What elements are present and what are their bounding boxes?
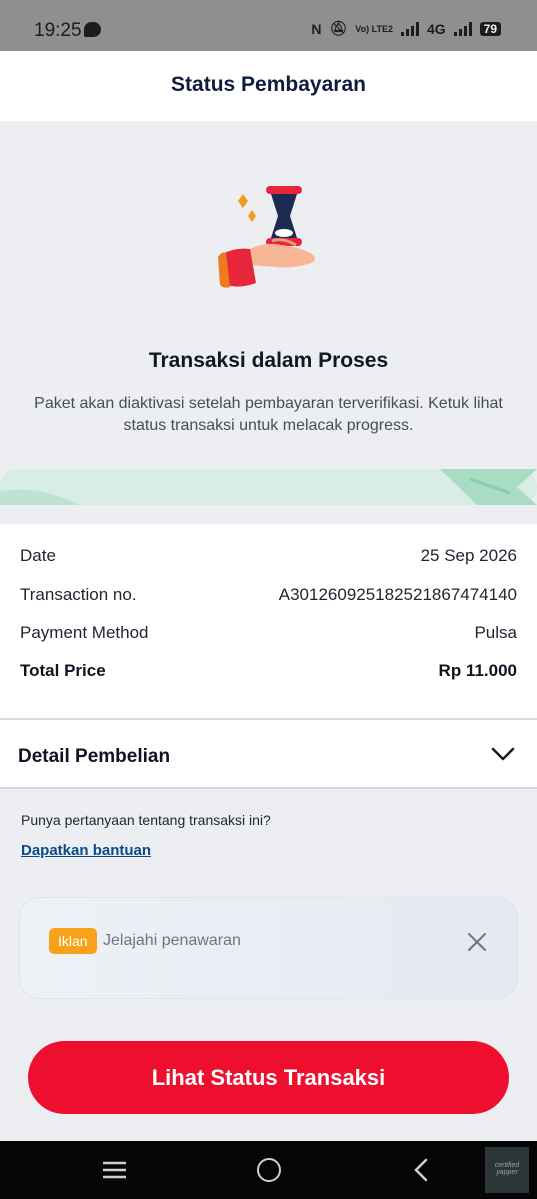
transaction-value: A301260925182521867474140 <box>278 585 517 604</box>
total-price-value: Rp 11.000 <box>438 661 517 680</box>
view-transaction-status-button[interactable]: Lihat Status Transaksi <box>28 1041 509 1114</box>
chevron-down-icon[interactable] <box>491 744 515 764</box>
status-description: Paket akan diaktivasi setelah pembayaran… <box>34 395 503 434</box>
message-notification-icon <box>84 22 101 37</box>
detail-row-transaction: Transaction no. A30126092518252186747414… <box>20 585 517 605</box>
transaction-label: Transaction no. <box>20 585 137 604</box>
accordion-label: Detail Pembelian <box>18 746 171 767</box>
decorative-wave <box>0 469 537 505</box>
status-bar: 19:25 N 🔕︎ Vo) LTE2 4G 79 <box>0 0 537 51</box>
help-question: Punya pertanyaan tentang transaksi ini? <box>21 812 271 828</box>
watermark: certified yapper <box>485 1147 529 1193</box>
page-title: Status Pembayaran <box>171 73 366 96</box>
date-label: Date <box>20 546 56 565</box>
status-hero: Transaksi dalam Proses Paket akan diakti… <box>0 121 537 524</box>
signal-icon-2 <box>453 21 472 36</box>
payment-method-label: Payment Method <box>20 623 149 642</box>
date-value: 25 Sep 2026 <box>420 546 517 565</box>
system-nav-bar: certified yapper <box>0 1141 537 1199</box>
network-type: 4G <box>426 20 446 37</box>
detail-row-payment: Payment Method Pulsa <box>20 623 517 643</box>
signal-icon <box>400 21 419 36</box>
battery-level: 79 <box>479 21 501 36</box>
nfc-icon: N <box>311 20 322 37</box>
transaction-details: Date 25 Sep 2026 Transaction no. A301260… <box>0 524 537 718</box>
detail-pembelian-accordion[interactable]: Detail Pembelian <box>0 720 537 787</box>
back-icon[interactable] <box>412 1158 430 1182</box>
mute-icon: 🔕︎ <box>329 20 348 36</box>
payment-method-value: Pulsa <box>474 623 517 642</box>
status-title: Transaksi dalam Proses <box>148 349 389 372</box>
get-help-link[interactable]: Dapatkan bantuan <box>21 842 151 859</box>
ad-card[interactable]: Iklan Jelajahi penawaran <box>19 897 518 999</box>
page-header: Status Pembayaran <box>0 51 537 121</box>
detail-row-total: Total Price Rp 11.000 <box>20 661 517 681</box>
status-indicators: N 🔕︎ Vo) LTE2 4G 79 <box>311 20 501 37</box>
detail-row-date: Date 25 Sep 2026 <box>20 546 517 566</box>
status-time: 19:25 <box>34 20 82 41</box>
menu-icon[interactable] <box>102 1161 127 1179</box>
close-icon[interactable] <box>467 932 487 952</box>
total-price-label: Total Price <box>20 661 106 680</box>
ad-text: Jelajahi penawaran <box>103 932 241 949</box>
volte-indicator: Vo) LTE2 <box>355 23 393 34</box>
home-icon[interactable] <box>257 1158 281 1182</box>
ad-badge: Iklan <box>49 928 97 954</box>
hand-holding-hourglass-icon <box>218 186 316 288</box>
divider <box>0 787 537 789</box>
